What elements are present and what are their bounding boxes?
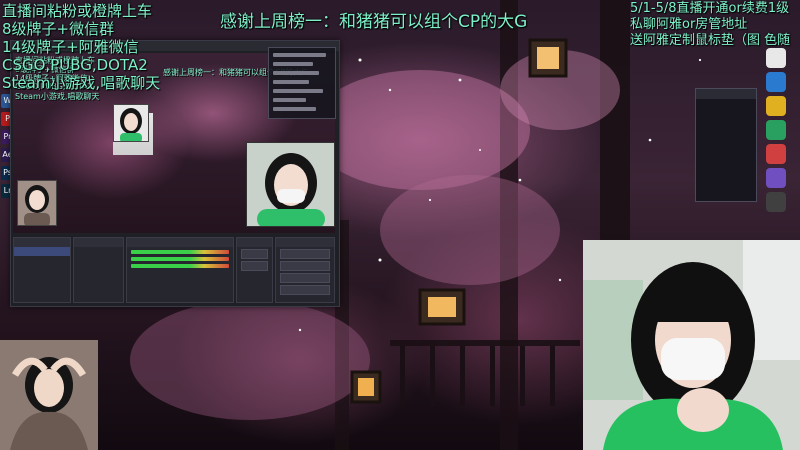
webcam-person-main xyxy=(583,240,800,450)
thumbnail-person xyxy=(120,108,142,141)
chat-line xyxy=(273,62,313,66)
app-icon[interactable] xyxy=(766,72,786,92)
danmaku-panel-title xyxy=(696,89,756,99)
chat-line xyxy=(273,80,310,84)
streamer-webcam xyxy=(583,240,800,450)
chat-line xyxy=(273,71,320,75)
right-desktop-icons xyxy=(752,44,800,244)
thanks-ticker: 感谢上周榜一：和猪猪可以组个CP的大G xyxy=(220,12,528,32)
scene-item[interactable] xyxy=(14,265,70,274)
stream-info-left: 直播间粘粉或橙牌上车 8级牌子+微信群 14级牌子+阿雅微信 CSGO,PUBG… xyxy=(2,4,160,94)
chat-panel[interactable] xyxy=(268,47,336,119)
app-icon[interactable] xyxy=(766,168,786,188)
chat-line xyxy=(273,107,316,111)
start-streaming-button[interactable] xyxy=(279,249,331,259)
app-icon[interactable] xyxy=(766,144,786,164)
scenes-dock[interactable] xyxy=(13,237,72,303)
start-recording-button[interactable] xyxy=(279,261,331,271)
chat-line xyxy=(273,98,306,102)
webcam-person-small xyxy=(257,153,325,226)
app-icon[interactable] xyxy=(766,192,786,212)
scene-item[interactable] xyxy=(14,247,71,256)
thumbnail-person xyxy=(24,185,50,225)
controls-title xyxy=(275,238,335,247)
audio-meter xyxy=(130,257,230,261)
sources-dock-title xyxy=(74,238,123,247)
settings-button[interactable] xyxy=(279,285,331,295)
duration-field[interactable] xyxy=(241,261,268,271)
stream-info-line: Steam小游戏,唱歌聊天 xyxy=(2,74,161,92)
danmaku-messages xyxy=(696,99,756,105)
obs-source-thumbnail xyxy=(113,104,149,142)
danmaku-panel[interactable] xyxy=(695,88,757,202)
stream-info-line: 送阿雅定制鼠标垫（图 色随 xyxy=(630,33,791,48)
source-item[interactable] xyxy=(74,247,122,256)
audio-mixer-title xyxy=(126,238,234,247)
source-item[interactable] xyxy=(74,256,122,265)
corner-webcam xyxy=(0,340,98,450)
source-item[interactable] xyxy=(74,265,122,274)
app-icon[interactable] xyxy=(766,120,786,140)
transition-select[interactable] xyxy=(241,249,268,259)
stream-info-line: 私聊阿雅or房管地址 xyxy=(630,17,748,32)
obs-webcam-preview xyxy=(246,142,335,227)
transitions-dock[interactable] xyxy=(236,237,273,303)
chat-line xyxy=(273,53,326,57)
audio-mixer-dock[interactable] xyxy=(125,237,235,303)
desktop-photo-thumbnail xyxy=(17,180,57,226)
sources-dock[interactable] xyxy=(73,237,124,303)
controls-dock[interactable] xyxy=(274,237,336,303)
corner-person xyxy=(0,340,98,450)
scenes-dock-title xyxy=(14,238,71,247)
stream-info-right: 5/1-5/8直播开通or续费1级 私聊阿雅or房管地址 送阿雅定制鼠标垫（图 … xyxy=(630,2,790,50)
audio-meter xyxy=(130,264,230,268)
chat-line xyxy=(273,89,323,93)
studio-mode-button[interactable] xyxy=(279,273,331,283)
audio-meter xyxy=(130,250,230,254)
transitions-title xyxy=(237,238,272,247)
scene-item[interactable] xyxy=(14,256,70,265)
stream-info-line: 5/1-5/8直播开通or续费1级 xyxy=(630,1,790,16)
obs-docks xyxy=(13,237,336,303)
app-icon[interactable] xyxy=(766,48,786,68)
app-icon[interactable] xyxy=(766,96,786,116)
